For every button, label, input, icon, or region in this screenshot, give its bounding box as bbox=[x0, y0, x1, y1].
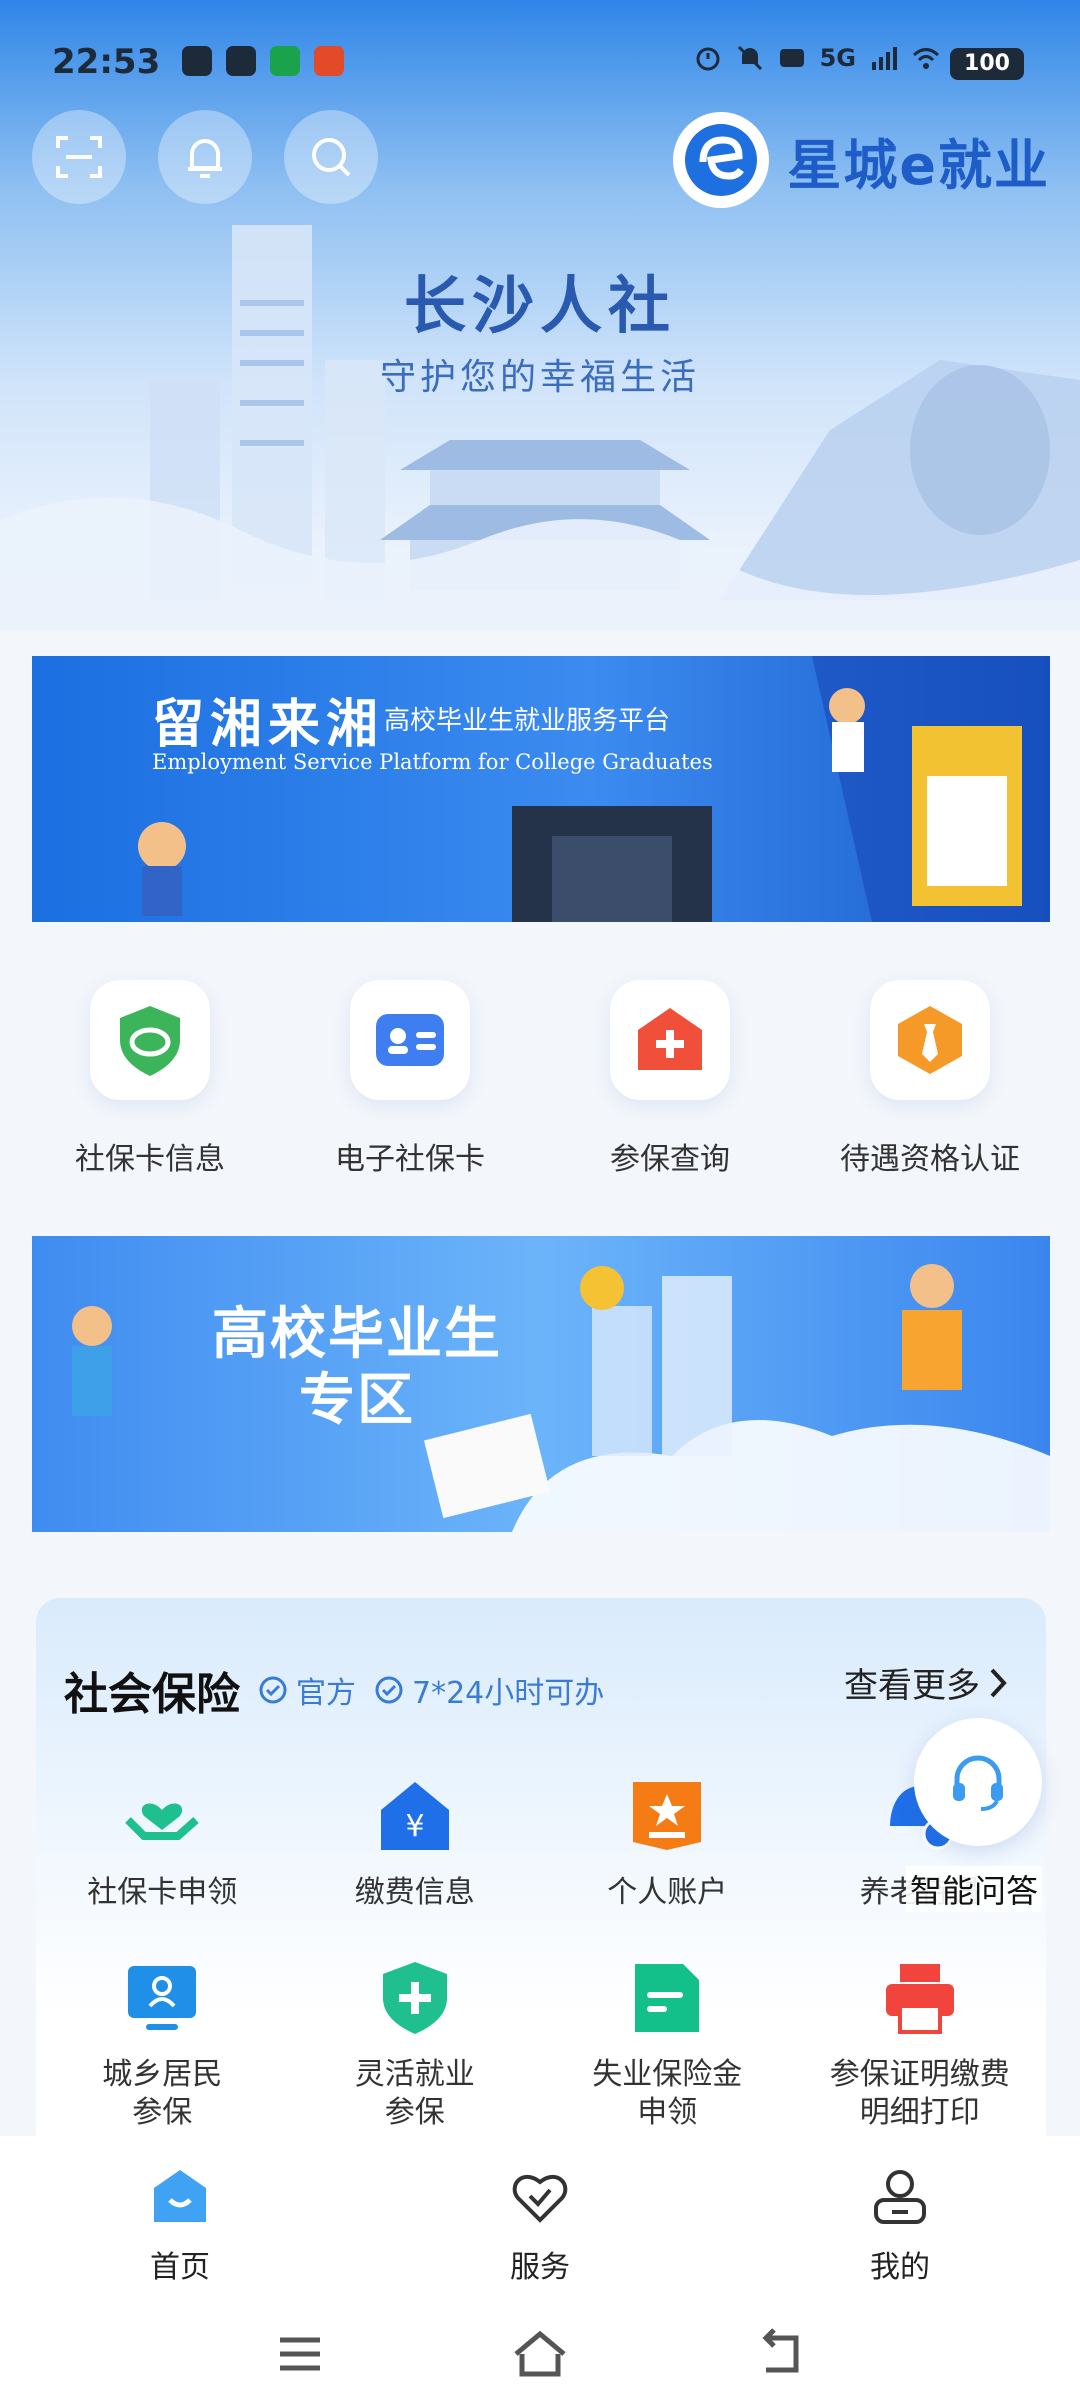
view-more-link[interactable]: 查看更多 bbox=[844, 1658, 1010, 1707]
service-flexible-employment[interactable]: 灵活就业 参保 bbox=[289, 1958, 542, 2132]
shield-card-icon bbox=[90, 980, 210, 1100]
bottom-tab-bar: 首页 服务 我的 bbox=[0, 2136, 1080, 2298]
heart-check-icon bbox=[512, 2174, 568, 2223]
back-icon[interactable] bbox=[752, 2324, 812, 2384]
notification-button[interactable] bbox=[158, 110, 252, 204]
official-tag: 官方 bbox=[258, 1668, 356, 1712]
graduates-zone-banner[interactable]: 高校毕业生 专区 bbox=[32, 1236, 1050, 1532]
shield-plus-icon bbox=[375, 1958, 455, 2038]
tab-label: 首页 bbox=[150, 2250, 210, 2285]
hero-subtitle: 守护您的幸福生活 bbox=[379, 357, 700, 398]
user-icon bbox=[874, 2170, 926, 2224]
chevron-right-icon bbox=[990, 1668, 1007, 1697]
red-app-icon bbox=[314, 46, 344, 76]
graduates-illustration bbox=[72, 1264, 1050, 1532]
status-bar: 22:53 5G 100 bbox=[0, 0, 1080, 120]
system-nav-bar bbox=[0, 2298, 1080, 2408]
battery-indicator: 100 bbox=[950, 48, 1024, 80]
search-icon bbox=[312, 138, 351, 177]
official-tag-label: 官方 bbox=[296, 1676, 356, 1711]
tab-label: 服务 bbox=[510, 2250, 570, 2285]
tab-me[interactable]: 我的 bbox=[750, 2136, 1050, 2298]
banner-english-subtitle: Employment Service Platform for College … bbox=[152, 750, 713, 774]
banner-title-suffix: 高校毕业生就业服务平台 bbox=[384, 706, 671, 736]
section-title: 社会保险 bbox=[64, 1669, 240, 1720]
service-social-card-apply[interactable]: 社保卡申领 bbox=[36, 1776, 289, 1912]
banner-title: 留湘来湘 bbox=[152, 694, 385, 755]
quick-item-insurance-query[interactable]: 参保查询 bbox=[545, 980, 795, 1178]
service-payment-info[interactable]: ¥ 缴费信息 bbox=[289, 1776, 542, 1912]
menu-icon[interactable] bbox=[270, 2324, 330, 2384]
service-personal-account[interactable]: 个人账户 bbox=[541, 1776, 794, 1912]
service-label: 灵活就业 参保 bbox=[354, 2057, 475, 2130]
check-circle-icon bbox=[375, 1676, 403, 1704]
insurance-services-grid: 社保卡申领 ¥ 缴费信息 个人账户 养老待遇 城乡居民 参保 bbox=[36, 1776, 1046, 2132]
brand-logo-icon bbox=[673, 112, 770, 208]
graduate-platform-banner[interactable]: 留湘来湘 高校毕业生就业服务平台 Employment Service Plat… bbox=[32, 656, 1050, 922]
scan-icon bbox=[56, 136, 102, 178]
service-label: 个人账户 bbox=[607, 1875, 728, 1910]
quick-item-benefit-qualification[interactable]: 待遇资格认证 bbox=[805, 980, 1055, 1178]
check-app-icon bbox=[226, 46, 256, 76]
check-circle-icon bbox=[259, 1676, 287, 1704]
hero-title: 长沙人社 bbox=[403, 269, 676, 342]
tie-icon bbox=[870, 980, 990, 1100]
service-unemployment-benefit[interactable]: 失业保险金 申领 bbox=[541, 1958, 794, 2132]
view-more-label: 查看更多 bbox=[844, 1666, 980, 1706]
hours-tag-label: 7*24小时可办 bbox=[412, 1676, 605, 1711]
hd-icon bbox=[779, 49, 804, 67]
smart-qa-button[interactable] bbox=[914, 1718, 1042, 1846]
headset-icon bbox=[953, 1755, 1003, 1811]
alarm-icon bbox=[696, 47, 720, 71]
account-badge-icon bbox=[627, 1776, 707, 1856]
service-resident-insurance[interactable]: 城乡居民 参保 bbox=[36, 1958, 289, 2132]
quick-actions: 社保卡信息 电子社保卡 参保查询 待遇资格认证 bbox=[0, 980, 1080, 1178]
green-app-icon bbox=[270, 46, 300, 76]
search-button[interactable] bbox=[284, 110, 378, 204]
service-label: 社保卡申领 bbox=[87, 1875, 238, 1910]
quick-label: 参保查询 bbox=[610, 1142, 730, 1177]
quick-item-e-social-card[interactable]: 电子社保卡 bbox=[285, 980, 535, 1178]
social-insurance-card: 社会保险 官方 7*24小时可办 查看更多 社保卡申领 ¥ 缴费信息 个人账户 … bbox=[36, 1598, 1046, 2158]
printer-icon bbox=[880, 1958, 960, 2038]
quick-label: 电子社保卡 bbox=[335, 1142, 485, 1177]
service-label: 失业保险金 申领 bbox=[592, 2057, 743, 2130]
network-type: 5G bbox=[819, 44, 856, 72]
tab-services[interactable]: 服务 bbox=[390, 2136, 690, 2298]
service-label: 缴费信息 bbox=[354, 1875, 475, 1910]
home-icon bbox=[154, 2170, 206, 2222]
heart-hands-icon bbox=[122, 1776, 202, 1856]
service-label: 城乡居民 参保 bbox=[102, 2057, 223, 2130]
graduates-zone-line2: 专区 bbox=[299, 1368, 415, 1433]
tab-home[interactable]: 首页 bbox=[30, 2136, 330, 2298]
quick-item-social-card-info[interactable]: 社保卡信息 bbox=[25, 980, 275, 1178]
monitor-person-icon bbox=[122, 1958, 202, 2038]
brand-name: 星城e就业 bbox=[787, 133, 1050, 197]
graduates-zone-line1: 高校毕业生 bbox=[212, 1302, 502, 1367]
service-label: 参保证明缴费 明细打印 bbox=[829, 2057, 1010, 2130]
hours-tag: 7*24小时可办 bbox=[374, 1668, 604, 1712]
document-icon bbox=[627, 1958, 707, 2038]
mute-icon bbox=[737, 45, 762, 71]
plus-house-icon bbox=[610, 980, 730, 1100]
scan-button[interactable] bbox=[32, 110, 126, 204]
status-time: 22:53 bbox=[52, 42, 161, 82]
tab-label: 我的 bbox=[870, 2250, 930, 2285]
tv-app-icon bbox=[182, 46, 212, 76]
home-nav-icon[interactable] bbox=[510, 2324, 570, 2384]
smart-qa-label: 智能问答 bbox=[906, 1866, 1043, 1912]
bell-icon bbox=[188, 139, 222, 178]
graduates-zone-title: 高校毕业生 专区 bbox=[212, 1302, 502, 1434]
wifi-icon bbox=[912, 48, 940, 69]
yuan-house-icon: ¥ bbox=[375, 1776, 455, 1856]
svg-text:¥: ¥ bbox=[405, 1809, 424, 1844]
id-card-icon bbox=[350, 980, 470, 1100]
quick-label: 社保卡信息 bbox=[75, 1142, 225, 1177]
service-certificate-print[interactable]: 参保证明缴费 明细打印 bbox=[794, 1958, 1047, 2132]
brand-logo-group: 星城e就业 bbox=[673, 112, 1050, 208]
signal-icon bbox=[872, 47, 897, 70]
quick-label: 待遇资格认证 bbox=[840, 1142, 1020, 1177]
